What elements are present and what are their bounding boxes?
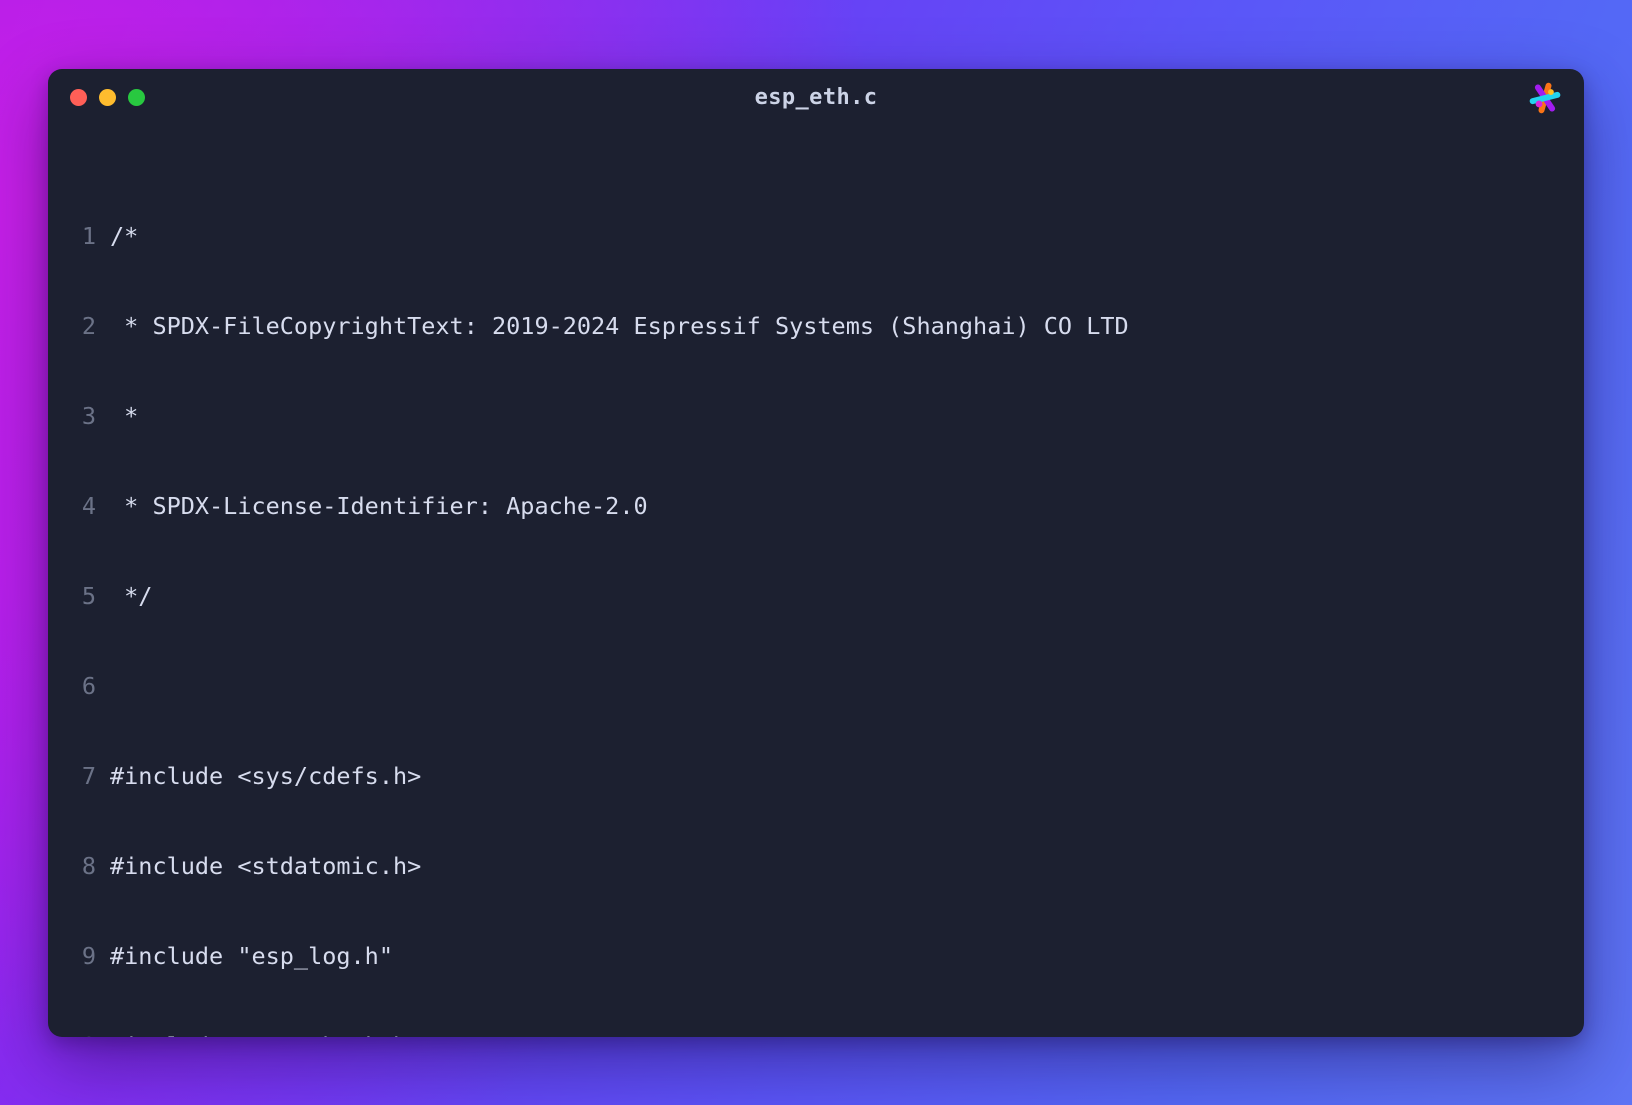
line-number: 5 [81,581,96,610]
line-number: 7 [81,761,96,790]
code-line: 4 * SPDX-License-Identifier: Apache-2.0 [48,491,1584,521]
line-source: #include "esp_check.h" [110,1031,421,1037]
line-source: * SPDX-License-Identifier: Apache-2.0 [110,491,648,520]
line-source: * [110,401,139,430]
code-line: 6 [48,671,1584,701]
line-source: #include <sys/cdefs.h> [110,761,422,790]
line-number: 9 [81,941,96,970]
line-source: * SPDX-FileCopyrightText: 2019-2024 Espr… [110,311,1129,340]
window-title: esp_eth.c [754,85,878,110]
close-window-button[interactable] [70,89,87,106]
window-titlebar: esp_eth.c [48,69,1584,127]
code-line: 8 #include <stdatomic.h> [48,851,1584,881]
line-number: 2 [81,311,96,340]
sparkle-asterisk-icon [1529,82,1561,113]
code-line: 7 #include <sys/cdefs.h> [48,761,1584,791]
line-number: 6 [81,671,96,700]
code-line: 5 */ [48,581,1584,611]
traffic-light-controls [70,89,145,106]
line-number: 1 [81,221,96,250]
code-line: 9 #include "esp_log.h" [48,941,1584,971]
minimize-window-button[interactable] [99,89,116,106]
line-source: /* [110,221,139,250]
code-line: 2 * SPDX-FileCopyrightText: 2019-2024 Es… [48,311,1584,341]
code-line: 1 /* [48,221,1584,251]
code-snippet-window: esp_eth.c 1 /* 2 * SPDX-FileCopyrightTex… [48,68,1584,1037]
line-source: #include "esp_log.h" [110,941,393,970]
line-source: #include <stdatomic.h> [110,851,422,880]
code-line: 10 #include "esp_check.h" [48,1031,1584,1037]
line-number: 8 [81,851,96,880]
code-editor-content[interactable]: 1 /* 2 * SPDX-FileCopyrightText: 2019-20… [48,127,1584,1037]
line-number: 10 [48,1031,110,1037]
line-source: */ [110,581,153,610]
maximize-window-button[interactable] [128,89,145,106]
line-number: 3 [81,401,96,430]
code-line: 3 * [48,401,1584,431]
line-number: 4 [81,491,96,520]
